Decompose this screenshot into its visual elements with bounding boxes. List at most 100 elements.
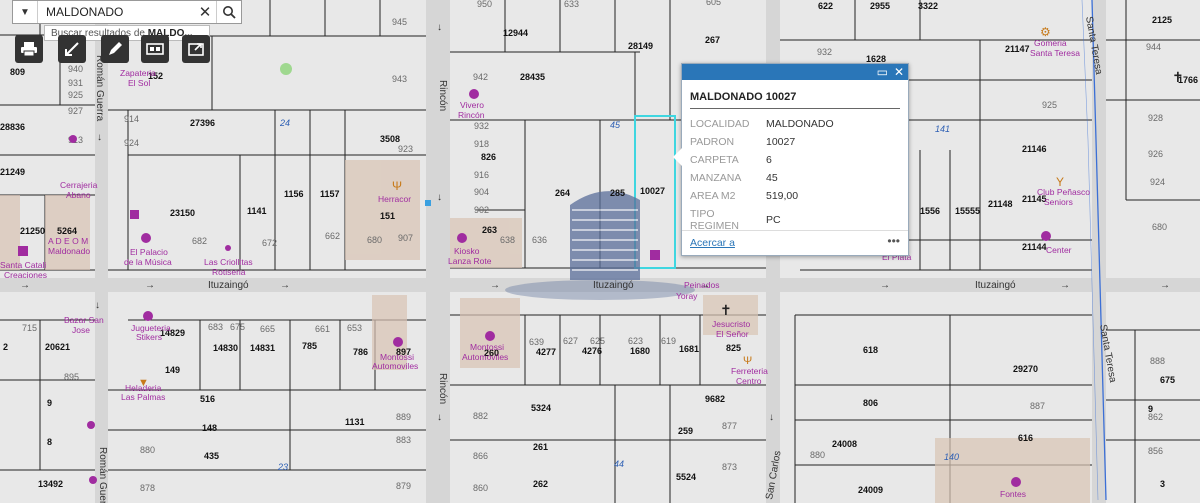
- svg-text:860: 860: [473, 483, 488, 493]
- svg-text:45: 45: [610, 120, 621, 130]
- svg-text:29270: 29270: [1013, 364, 1038, 374]
- svg-text:877: 877: [722, 421, 737, 431]
- cadastral-map[interactable]: Ituzaingó Ituzaingó Ituzaingó Rincón Rin…: [0, 0, 1200, 503]
- svg-text:21144: 21144: [1022, 242, 1047, 252]
- svg-text:261: 261: [533, 442, 548, 452]
- svg-text:↓: ↓: [95, 300, 100, 311]
- svg-text:24009: 24009: [858, 485, 883, 495]
- svg-text:148: 148: [202, 423, 217, 433]
- svg-text:↓: ↓: [437, 412, 442, 423]
- svg-text:925: 925: [68, 90, 83, 100]
- svg-text:889: 889: [396, 412, 411, 422]
- svg-text:21250: 21250: [20, 226, 45, 236]
- search-button[interactable]: [216, 1, 241, 23]
- svg-text:28149: 28149: [628, 41, 653, 51]
- svg-text:907: 907: [398, 233, 413, 243]
- svg-text:259: 259: [678, 426, 693, 436]
- attribute-row: CARPETA 6: [690, 154, 772, 166]
- svg-text:4277: 4277: [536, 347, 556, 357]
- svg-text:Herracor: Herracor: [378, 194, 411, 204]
- svg-text:5324: 5324: [531, 403, 551, 413]
- svg-text:28836: 28836: [0, 122, 25, 132]
- svg-text:880: 880: [810, 450, 825, 460]
- more-options-icon[interactable]: •••: [887, 235, 900, 249]
- svg-text:1556: 1556: [920, 206, 940, 216]
- svg-text:262: 262: [533, 479, 548, 489]
- map-panel-icon: [146, 43, 164, 55]
- svg-text:21148: 21148: [988, 199, 1013, 209]
- svg-text:914: 914: [124, 114, 139, 124]
- svg-text:1680: 1680: [630, 346, 650, 356]
- svg-text:Centro: Centro: [736, 376, 762, 386]
- svg-text:↓: ↓: [437, 22, 442, 33]
- zoom-to-link[interactable]: Acercar a: [690, 237, 735, 249]
- svg-text:Y: Y: [1056, 175, 1064, 189]
- svg-text:9: 9: [47, 398, 52, 408]
- street-roman-guerra-north: Román Guerra: [94, 55, 105, 122]
- svg-text:El Palacio: El Palacio: [130, 247, 168, 257]
- svg-text:14831: 14831: [250, 343, 275, 353]
- svg-text:21147: 21147: [1005, 44, 1030, 54]
- layers-button[interactable]: [141, 35, 169, 63]
- search-dropdown-button[interactable]: ▼: [13, 1, 38, 23]
- clear-search-button[interactable]: ✕: [194, 3, 216, 21]
- svg-text:942: 942: [473, 72, 488, 82]
- svg-text:928: 928: [1148, 113, 1163, 123]
- svg-text:20621: 20621: [45, 342, 70, 352]
- svg-text:✝: ✝: [1172, 69, 1184, 85]
- svg-text:616: 616: [1018, 433, 1033, 443]
- attribute-row: LOCALIDAD MALDONADO: [690, 118, 834, 130]
- printer-icon: [21, 42, 37, 57]
- svg-text:→: →: [490, 280, 500, 291]
- svg-text:→: →: [280, 280, 290, 291]
- svg-text:675: 675: [1160, 375, 1175, 385]
- street-ituzaingo-mid: Ituzaingó: [593, 280, 634, 291]
- svg-text:Abano: Abano: [66, 190, 91, 200]
- svg-text:Kiosko: Kiosko: [454, 246, 480, 256]
- svg-text:2125: 2125: [1152, 15, 1172, 25]
- maximize-icon[interactable]: ▭: [877, 66, 888, 78]
- svg-text:⚙: ⚙: [1040, 25, 1051, 39]
- svg-text:27396: 27396: [190, 118, 215, 128]
- search-input[interactable]: MALDONADO: [38, 5, 194, 19]
- close-icon[interactable]: ✕: [894, 66, 904, 78]
- svg-text:28435: 28435: [520, 72, 545, 82]
- svg-text:923: 923: [398, 144, 413, 154]
- svg-text:924: 924: [1150, 177, 1165, 187]
- svg-text:825: 825: [726, 343, 741, 353]
- svg-text:Automoviles: Automoviles: [372, 361, 418, 371]
- svg-text:675: 675: [230, 322, 245, 332]
- svg-text:932: 932: [817, 47, 832, 57]
- ruler-arrow-icon: [65, 42, 79, 56]
- svg-text:Jose: Jose: [72, 325, 90, 335]
- svg-text:926: 926: [1148, 149, 1163, 159]
- svg-text:925: 925: [1042, 100, 1057, 110]
- attribute-row: PADRON 10027: [690, 136, 796, 148]
- measure-button[interactable]: [58, 35, 86, 63]
- svg-text:888: 888: [1150, 356, 1165, 366]
- svg-text:516: 516: [200, 394, 215, 404]
- popup-attributes: LOCALIDAD MALDONADO PADRON 10027 CARPETA 6 …: [690, 115, 834, 235]
- svg-text:→: →: [20, 280, 30, 291]
- svg-text:Maldonado: Maldonado: [48, 246, 90, 256]
- share-button[interactable]: [182, 35, 210, 63]
- svg-text:715: 715: [22, 323, 37, 333]
- svg-text:264: 264: [555, 188, 570, 198]
- svg-text:683: 683: [208, 322, 223, 332]
- svg-text:945: 945: [392, 17, 407, 27]
- svg-text:▼: ▼: [138, 377, 149, 389]
- svg-text:12944: 12944: [503, 28, 528, 38]
- svg-text:8: 8: [47, 437, 52, 447]
- svg-text:2: 2: [3, 342, 8, 352]
- svg-text:927: 927: [68, 106, 83, 116]
- attribute-row: AREA M2 519,00: [690, 190, 799, 202]
- draw-button[interactable]: [101, 35, 129, 63]
- svg-text:1157: 1157: [320, 189, 340, 199]
- svg-text:Seniors: Seniors: [1044, 197, 1073, 207]
- svg-text:944: 944: [1146, 42, 1161, 52]
- svg-text:862: 862: [1148, 412, 1163, 422]
- svg-text:140: 140: [944, 452, 959, 462]
- svg-text:149: 149: [165, 365, 180, 375]
- svg-text:15555: 15555: [955, 206, 980, 216]
- print-button[interactable]: [15, 35, 43, 63]
